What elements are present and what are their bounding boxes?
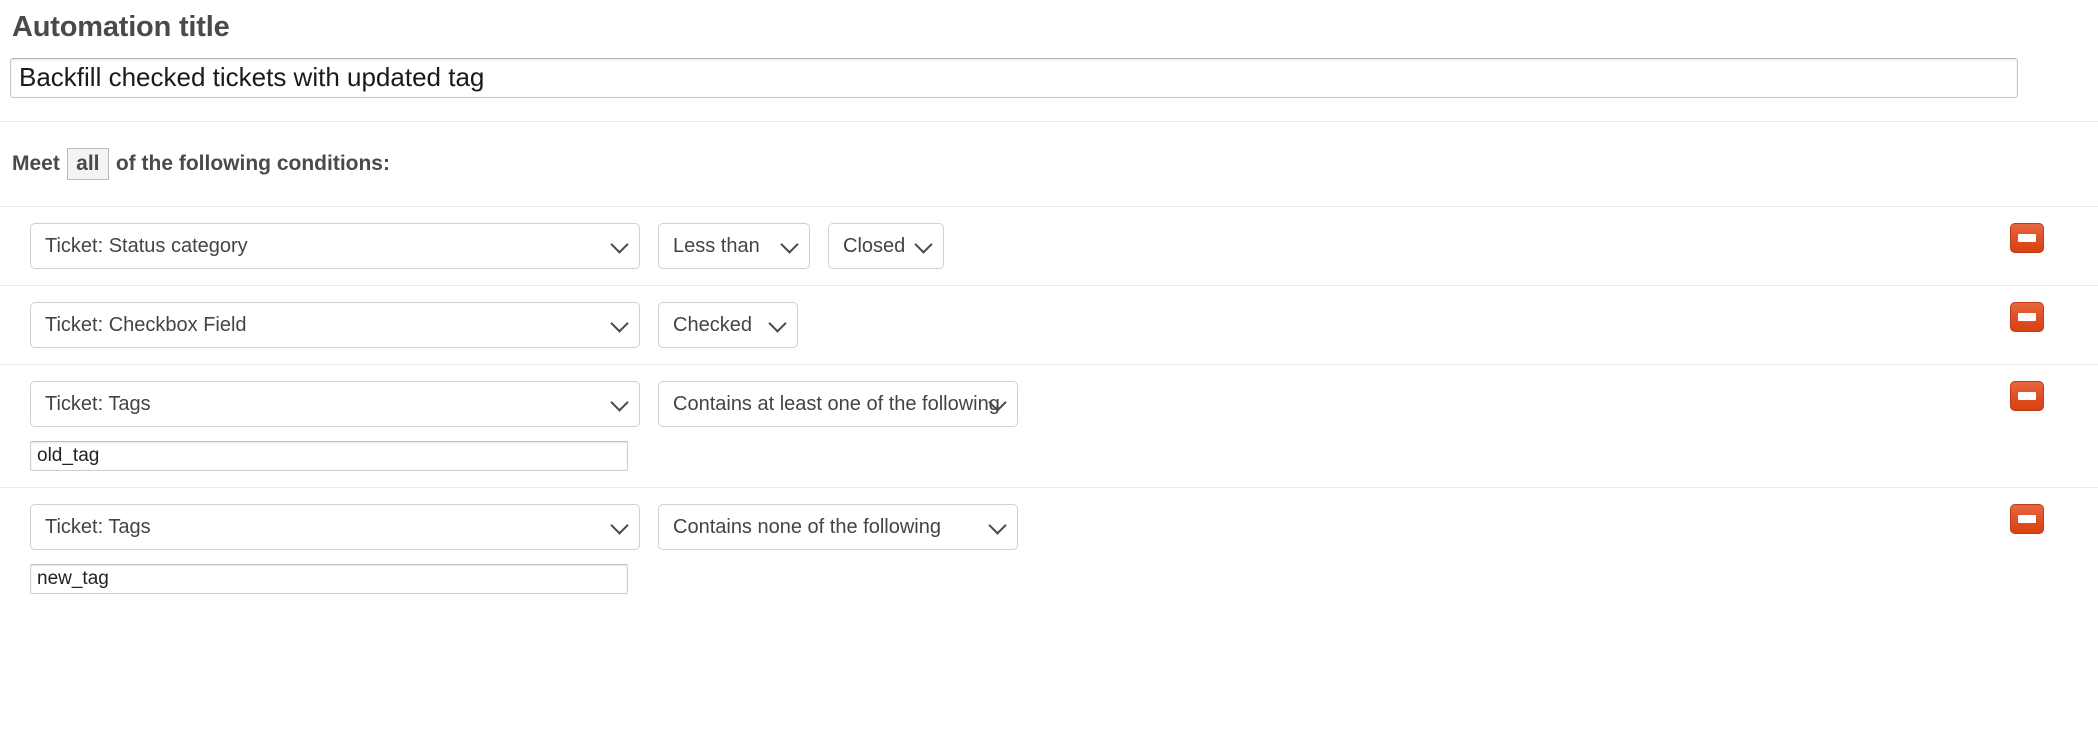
condition-operator-select[interactable]: Checked	[658, 302, 798, 348]
chevron-down-icon	[768, 314, 786, 332]
remove-condition-button[interactable]	[2010, 302, 2044, 332]
chevron-down-icon	[610, 393, 628, 411]
minus-icon	[2018, 392, 2036, 400]
condition-tag-input[interactable]	[30, 564, 628, 594]
condition-operator-select[interactable]: Contains none of the following	[658, 504, 1018, 550]
condition-row: Ticket: Tags Contains at least one of th…	[0, 365, 2098, 487]
condition-operator-select[interactable]: Less than	[658, 223, 810, 269]
condition-value-select[interactable]: Closed	[828, 223, 944, 269]
remove-condition-button[interactable]	[2010, 223, 2044, 253]
automation-title-input[interactable]	[10, 58, 2018, 98]
chevron-down-icon	[780, 235, 798, 253]
condition-row: Ticket: Tags Contains none of the follow…	[0, 488, 2098, 610]
condition-field-select[interactable]: Ticket: Checkbox Field	[30, 302, 640, 348]
minus-icon	[2018, 515, 2036, 523]
condition-value-label: Closed	[843, 235, 905, 258]
condition-field-label: Ticket: Tags	[45, 393, 151, 416]
minus-icon	[2018, 313, 2036, 321]
condition-row: Ticket: Status category Less than Closed	[0, 207, 2098, 285]
match-type-select[interactable]: all	[67, 148, 109, 180]
condition-operator-select[interactable]: Contains at least one of the following	[658, 381, 1018, 427]
condition-operator-label: Less than	[673, 235, 760, 258]
condition-row: Ticket: Checkbox Field Checked	[0, 286, 2098, 364]
condition-tag-input[interactable]	[30, 441, 628, 471]
meet-prefix-label: Meet	[12, 152, 60, 176]
condition-operator-label: Checked	[673, 314, 752, 337]
chevron-down-icon	[610, 235, 628, 253]
remove-condition-button[interactable]	[2010, 504, 2044, 534]
chevron-down-icon	[988, 516, 1006, 534]
remove-condition-button[interactable]	[2010, 381, 2044, 411]
condition-field-label: Ticket: Checkbox Field	[45, 314, 247, 337]
conditions-match-header: Meet all of the following conditions:	[0, 122, 2098, 206]
chevron-down-icon	[610, 314, 628, 332]
condition-field-select[interactable]: Ticket: Tags	[30, 504, 640, 550]
condition-operator-label: Contains none of the following	[673, 516, 941, 539]
minus-icon	[2018, 234, 2036, 242]
chevron-down-icon	[610, 516, 628, 534]
chevron-down-icon	[914, 235, 932, 253]
condition-field-select[interactable]: Ticket: Status category	[30, 223, 640, 269]
page-title: Automation title	[12, 10, 2088, 44]
automation-title-block: Automation title	[0, 0, 2098, 98]
condition-field-label: Ticket: Status category	[45, 235, 248, 258]
condition-field-select[interactable]: Ticket: Tags	[30, 381, 640, 427]
meet-suffix-label: of the following conditions:	[116, 152, 390, 176]
condition-field-label: Ticket: Tags	[45, 516, 151, 539]
condition-operator-label: Contains at least one of the following	[673, 393, 1000, 416]
